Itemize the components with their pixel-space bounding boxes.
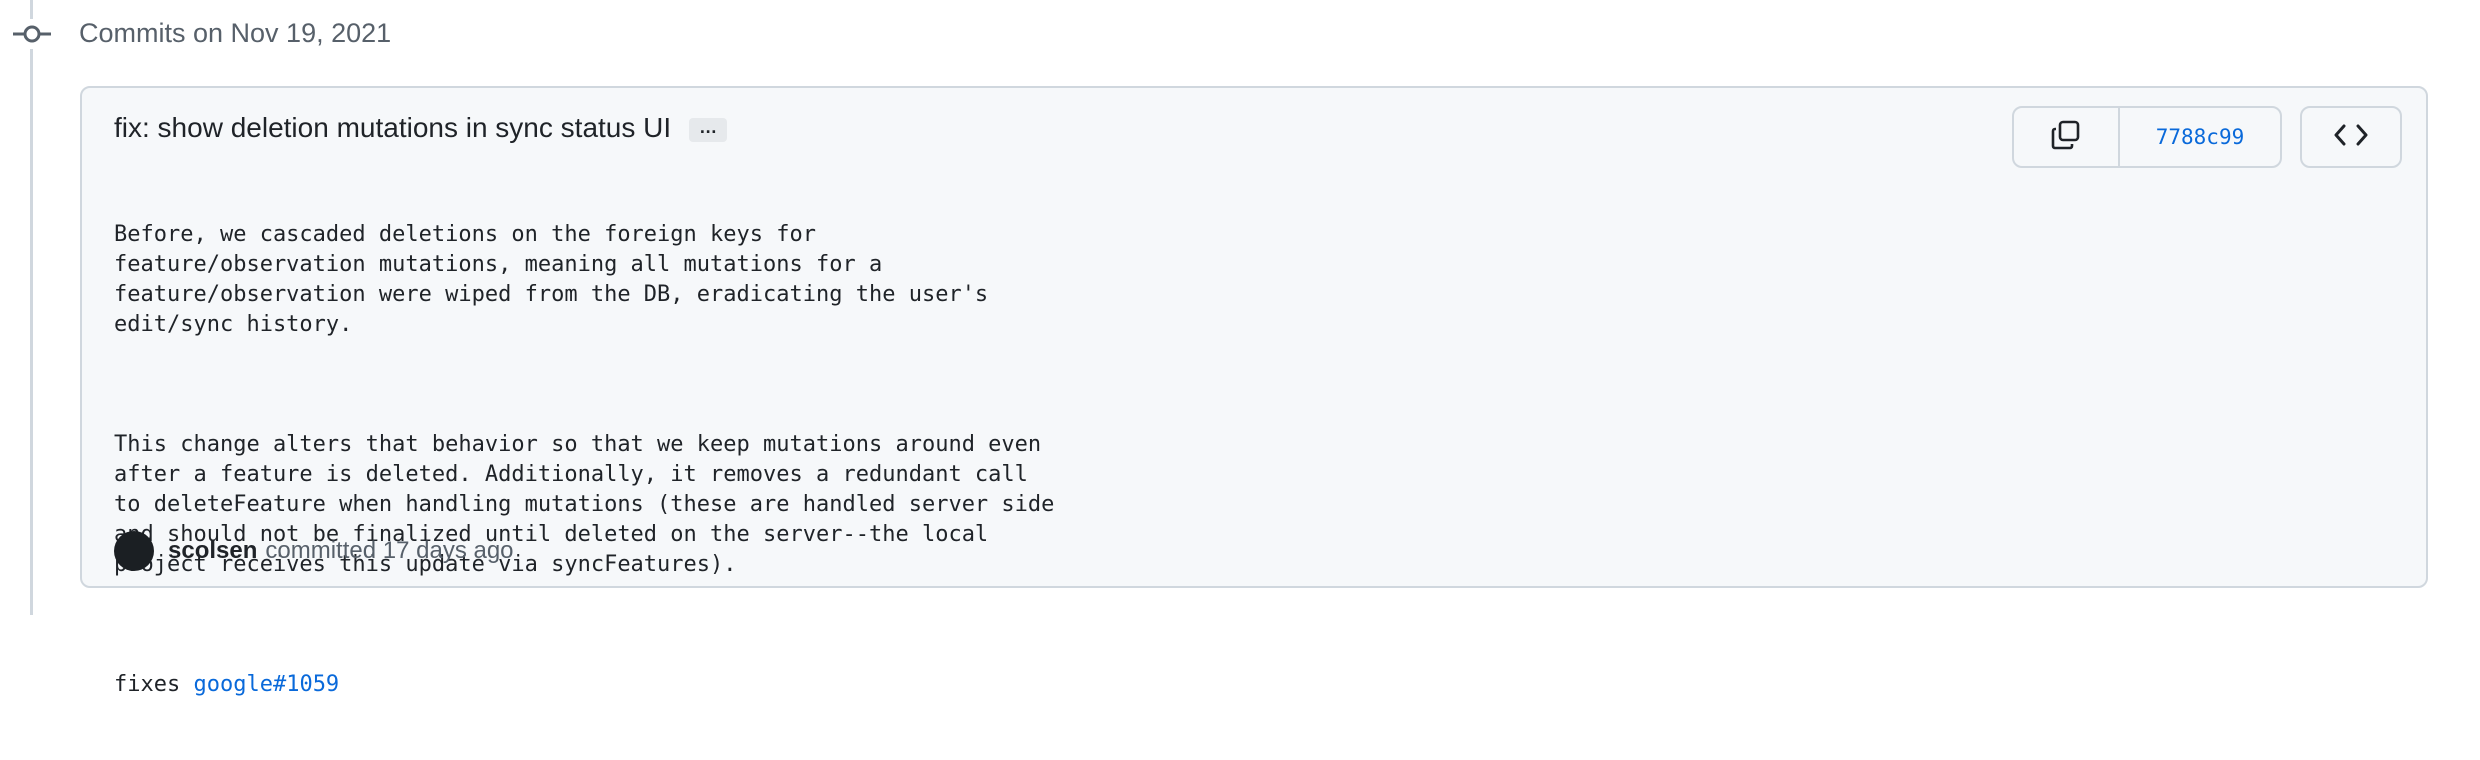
commit-actions-group: 7788c99 xyxy=(2012,106,2282,168)
commit-card: fix: show deletion mutations in sync sta… xyxy=(80,86,2428,697)
author-link[interactable]: scolsen xyxy=(168,537,257,565)
commit-sha-link[interactable]: 7788c99 xyxy=(2120,108,2280,166)
copy-sha-button[interactable] xyxy=(2014,108,2120,166)
code-icon xyxy=(2333,122,2369,153)
expand-message-button[interactable]: … xyxy=(689,118,728,142)
commit-meta: scolsen committed 17 days ago xyxy=(114,530,514,572)
fixes-prefix: fixes xyxy=(114,672,194,697)
commit-title-link[interactable]: fix: show deletion mutations in sync sta… xyxy=(114,108,671,148)
committed-time: committed 17 days ago xyxy=(265,537,514,564)
git-commit-icon xyxy=(13,19,51,49)
issue-link[interactable]: google#1059 xyxy=(193,672,339,697)
avatar[interactable] xyxy=(114,531,154,571)
copy-icon xyxy=(2049,118,2083,157)
commit-message-body: Before, we cascaded deletions on the for… xyxy=(114,160,1054,760)
browse-repository-button[interactable] xyxy=(2300,106,2402,168)
commit-message-paragraph: Before, we cascaded deletions on the for… xyxy=(114,222,989,337)
commit-title-row: fix: show deletion mutations in sync sta… xyxy=(114,108,728,148)
fixes-line: fixes google#1059 xyxy=(114,670,1054,700)
timeline-line xyxy=(30,0,33,615)
commit-group-date: Commits on Nov 19, 2021 xyxy=(79,18,392,48)
